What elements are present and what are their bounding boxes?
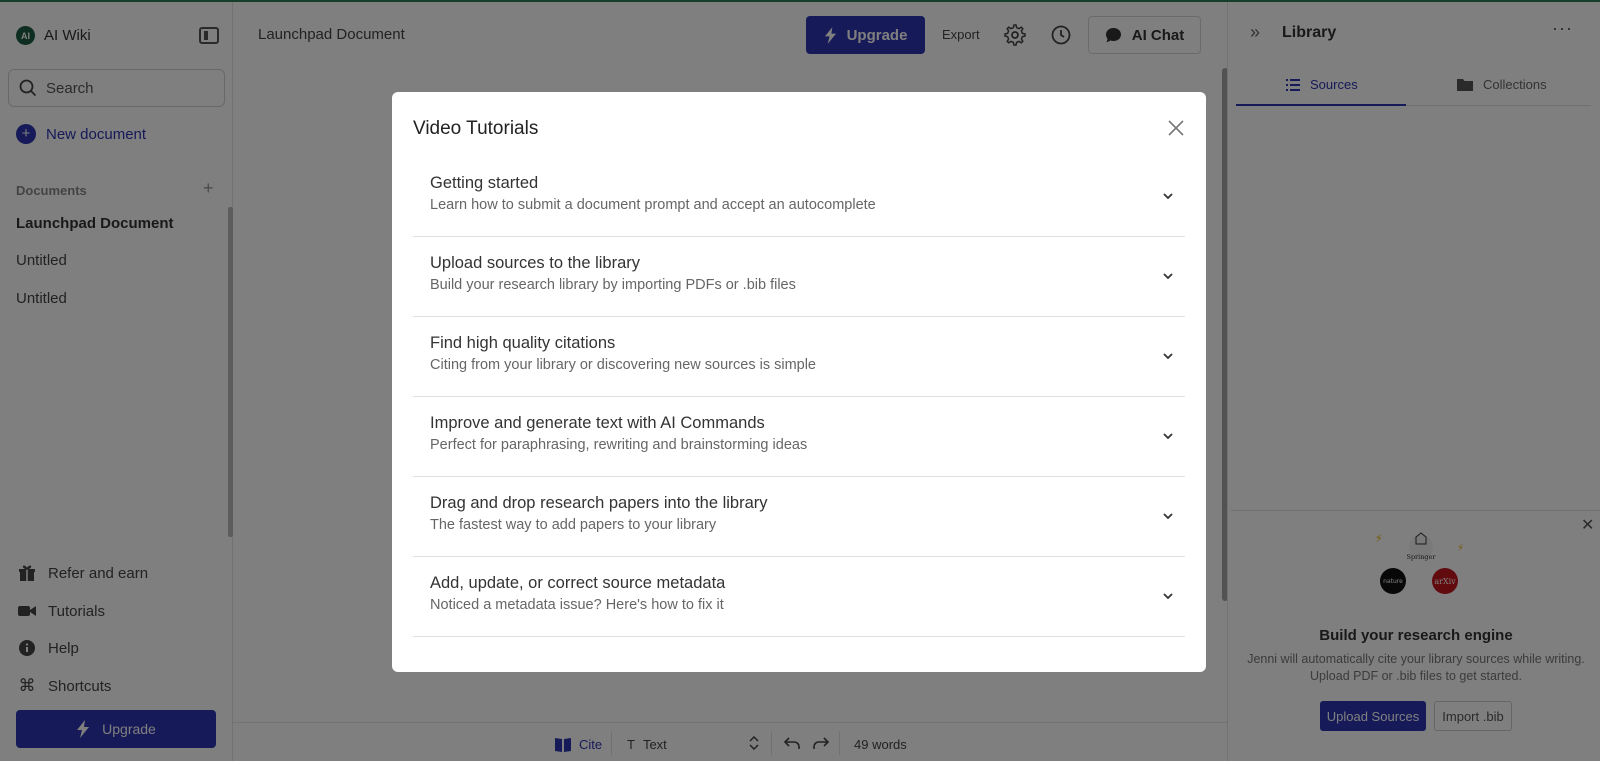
tutorial-item-drag-drop[interactable]: Drag and drop research papers into the l… <box>413 477 1185 557</box>
tutorial-description: Build your research library by importing… <box>430 277 796 293</box>
tutorial-title: Find high quality citations <box>430 334 616 352</box>
tutorial-description: The fastest way to add papers to your li… <box>430 517 717 533</box>
tutorial-description: Citing from your library or discovering … <box>430 357 816 373</box>
chevron-down-icon[interactable] <box>1161 269 1175 283</box>
chevron-down-icon[interactable] <box>1161 429 1175 443</box>
tutorial-description: Noticed a metadata issue? Here's how to … <box>430 597 724 613</box>
tutorial-item-citations[interactable]: Find high quality citations Citing from … <box>413 317 1185 397</box>
modal-title: Video Tutorials <box>413 118 539 139</box>
tutorial-title: Drag and drop research papers into the l… <box>430 494 768 512</box>
chevron-down-icon[interactable] <box>1161 349 1175 363</box>
chevron-down-icon[interactable] <box>1161 589 1175 603</box>
tutorial-title: Getting started <box>430 174 539 192</box>
tutorial-title: Upload sources to the library <box>430 254 641 272</box>
tutorial-description: Perfect for paraphrasing, rewriting and … <box>430 437 808 453</box>
tutorial-title: Add, update, or correct source metadata <box>430 574 726 592</box>
tutorial-description: Learn how to submit a document prompt an… <box>430 197 876 213</box>
tutorial-title: Improve and generate text with AI Comman… <box>430 414 765 432</box>
tutorial-item-upload-sources[interactable]: Upload sources to the library Build your… <box>413 237 1185 317</box>
video-tutorials-modal: Video Tutorials Getting started Learn ho… <box>392 92 1206 672</box>
close-icon[interactable] <box>1166 118 1186 138</box>
chevron-down-icon[interactable] <box>1161 189 1175 203</box>
tutorial-item-ai-commands[interactable]: Improve and generate text with AI Comman… <box>413 397 1185 477</box>
tutorial-item-metadata[interactable]: Add, update, or correct source metadata … <box>413 557 1185 637</box>
tutorial-item-getting-started[interactable]: Getting started Learn how to submit a do… <box>413 157 1185 237</box>
chevron-down-icon[interactable] <box>1161 509 1175 523</box>
